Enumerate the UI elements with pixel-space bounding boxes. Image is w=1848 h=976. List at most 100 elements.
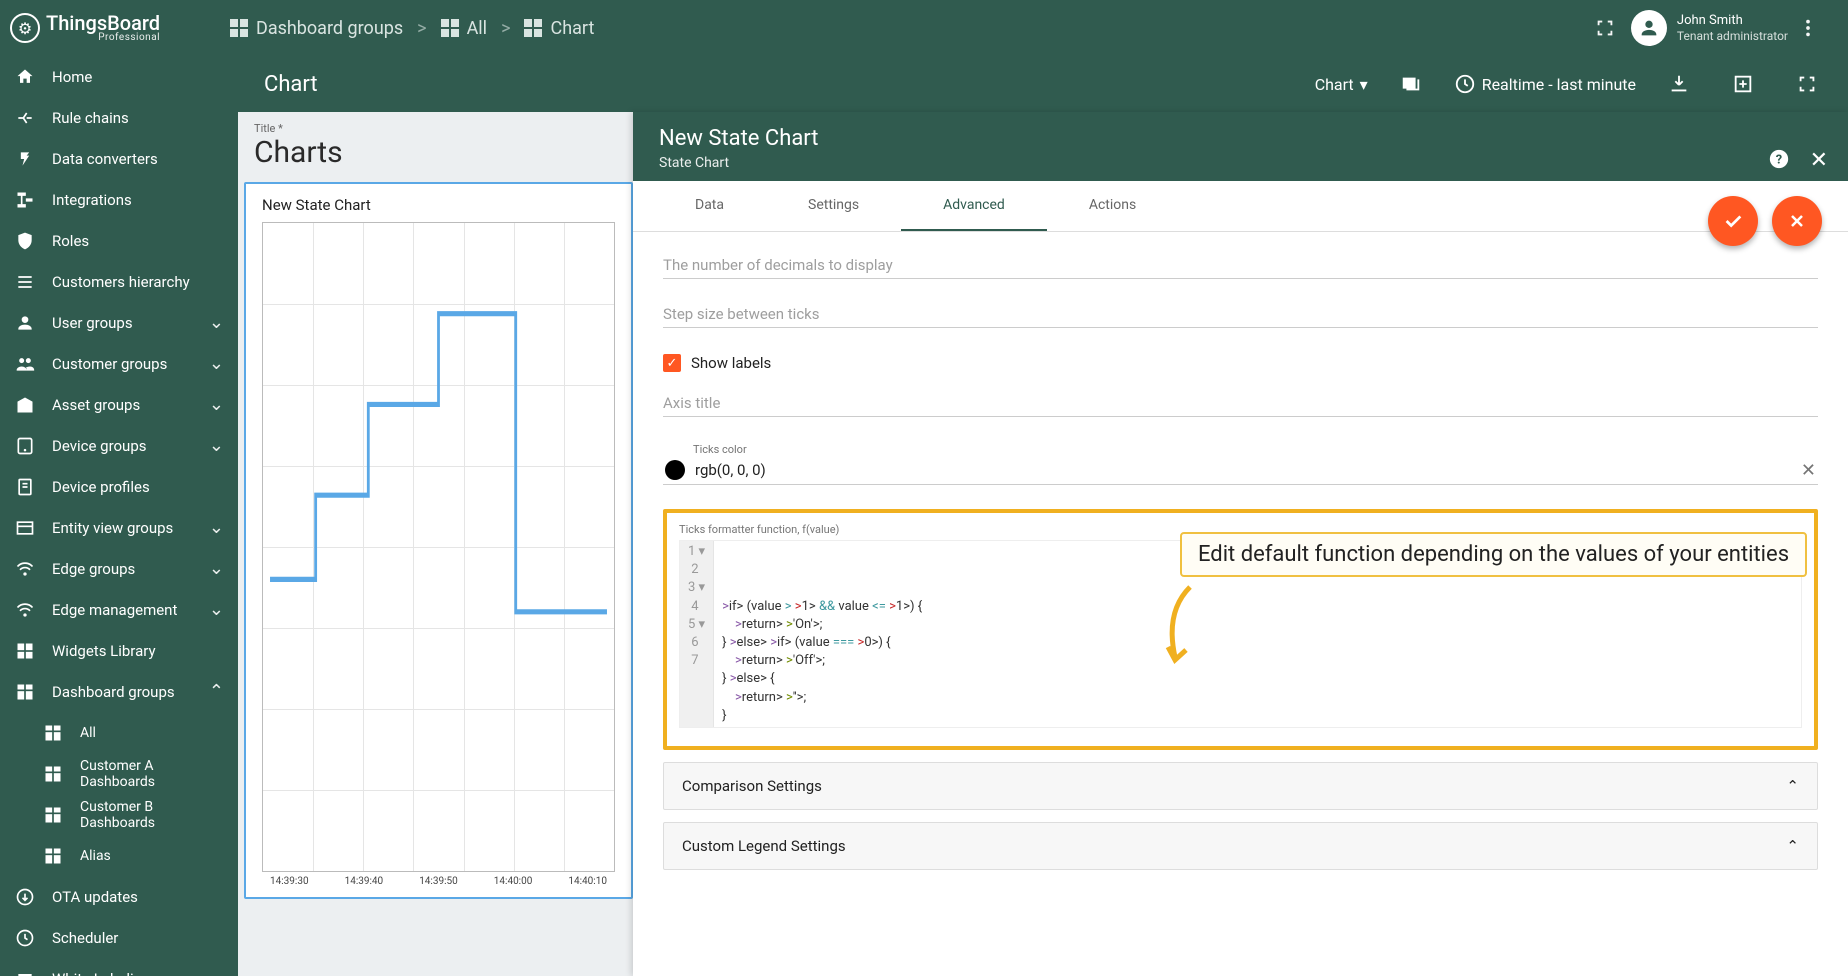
sidebar-item-customer-a-dashboards[interactable]: Customer A Dashboards [0,753,238,794]
sidebar-item-data-converters[interactable]: Data converters [0,138,238,179]
wl-icon [14,968,36,976]
brand-logo: ⚙ ThingsBoard Professional [10,13,230,43]
help-icon[interactable]: ? [1768,148,1790,176]
sidebar-item-entity-view-groups[interactable]: Entity view groups⌄ [0,507,238,548]
chevron-down-icon: ▾ [1360,75,1368,94]
entity-icon [14,517,36,539]
sidebar-item-roles[interactable]: Roles [0,220,238,261]
sidebar-item-widgets-library[interactable]: Widgets Library [0,630,238,671]
sidebar-item-device-groups[interactable]: Device groups⌄ [0,425,238,466]
panel-subtitle: State Chart [659,155,1822,171]
download-icon[interactable] [1658,63,1700,105]
export-icon[interactable] [1722,63,1764,105]
sidebar-item-ota-updates[interactable]: OTA updates [0,876,238,917]
user-name: John Smith [1677,13,1788,29]
ota-icon [14,886,36,908]
sidebar-item-user-groups[interactable]: User groups⌄ [0,302,238,343]
chart-x-ticks: 14:39:3014:39:4014:39:5014:40:0014:40:10 [252,872,625,887]
device-icon [14,435,36,457]
color-swatch-icon [665,460,685,480]
widgets-icon [14,640,36,662]
step-size-field[interactable]: Step size between ticks [663,305,1818,328]
conv-icon [14,148,36,170]
custom-legend-settings-accordion[interactable]: Custom Legend Settings ⌃ [663,822,1818,870]
sidebar-item-asset-groups[interactable]: Asset groups⌄ [0,384,238,425]
sidebar-item-edge-management[interactable]: Edge management⌄ [0,589,238,630]
sidebar-item-customers-hierarchy[interactable]: Customers hierarchy [0,261,238,302]
sidebar-item-customer-b-dashboards[interactable]: Customer B Dashboards [0,794,238,835]
sidebar-item-all[interactable]: All [0,712,238,753]
hint-callout: Edit default function depending on the v… [1180,532,1807,577]
sidebar-item-alias[interactable]: Alias [0,835,238,876]
sub-header: Chart Chart ▾ Realtime - last minute [238,56,1848,112]
fullscreen-icon[interactable] [1585,8,1625,48]
rule-icon [14,107,36,129]
sidebar-item-white-labeling[interactable]: White Labeling⌄ [0,958,238,976]
tab-settings[interactable]: Settings [766,181,901,231]
sched-icon [14,927,36,949]
bundle-title-label: Title * [244,118,633,135]
user-menu[interactable]: John Smith Tenant administrator [1631,10,1788,46]
decimals-field[interactable]: The number of decimals to display [663,256,1818,279]
integ-icon [14,189,36,211]
app-header: ⚙ ThingsBoard Professional Dashboard gro… [0,0,1848,56]
sidebar-item-dashboard-groups[interactable]: Dashboard groups⌃ [0,671,238,712]
hint-arrow-icon [1160,582,1200,676]
clear-icon[interactable]: ✕ [1801,460,1816,481]
svg-text:?: ? [1775,153,1781,168]
cancel-button[interactable] [1772,196,1822,246]
sidebar-item-integrations[interactable]: Integrations [0,179,238,220]
chevron-down-icon: ⌄ [209,599,224,620]
user-role: Tenant administrator [1677,29,1788,43]
chevron-up-icon: ⌃ [1786,837,1799,855]
more-icon[interactable] [1788,8,1828,48]
breadcrumb-sep: > [501,18,510,39]
apply-button[interactable] [1708,196,1758,246]
dash-icon [42,804,64,826]
chevron-up-icon: ⌃ [209,681,224,702]
widget-bundle-panel: Title * Charts New State Chart 14:39:301… [238,112,633,976]
tab-actions[interactable]: Actions [1047,181,1178,231]
home-icon [14,66,36,88]
comparison-settings-accordion[interactable]: Comparison Settings ⌃ [663,762,1818,810]
chart-select[interactable]: Chart ▾ [1315,75,1368,94]
breadcrumb-chart[interactable]: Chart [524,18,594,39]
timewindow-button[interactable]: Realtime - last minute [1454,73,1636,95]
breadcrumb-dashboard-groups[interactable]: Dashboard groups [230,18,403,39]
layers-icon[interactable] [1390,63,1432,105]
page-title: Chart [264,72,318,97]
breadcrumb-all[interactable]: All [441,18,488,39]
close-icon[interactable]: ✕ [1810,148,1828,176]
panel-header: New State Chart State Chart ? ✕ [633,112,1848,181]
code-gutter: 1 ▾2 3 ▾4 5 ▾6 7 [680,541,714,727]
widget-title: New State Chart [252,194,625,222]
sidebar-item-customer-groups[interactable]: Customer groups⌄ [0,343,238,384]
dashboard-icon [524,19,542,37]
profile-icon [14,476,36,498]
tabs: DataSettingsAdvancedActions [633,181,1848,232]
shield-icon [14,230,36,252]
sidebar-item-edge-groups[interactable]: Edge groups⌄ [0,548,238,589]
sidebar: HomeRule chainsData convertersIntegratio… [0,56,238,976]
tab-advanced[interactable]: Advanced [901,181,1047,231]
chevron-down-icon: ⌄ [209,558,224,579]
dashboard-icon [441,19,459,37]
chevron-down-icon: ⌄ [209,435,224,456]
people-icon [14,353,36,375]
show-labels-checkbox[interactable]: ✓ Show labels [663,354,1818,372]
sidebar-item-rule-chains[interactable]: Rule chains [0,97,238,138]
fullscreen-icon[interactable] [1786,63,1828,105]
edgemgmt-icon [14,599,36,621]
sidebar-item-device-profiles[interactable]: Device profiles [0,466,238,507]
hier-icon [14,271,36,293]
asset-icon [14,394,36,416]
axis-title-field[interactable]: Axis title [663,394,1818,417]
tab-data[interactable]: Data [653,181,766,231]
sidebar-item-scheduler[interactable]: Scheduler [0,917,238,958]
brand-edition: Professional [46,33,160,43]
ticks-color-field[interactable]: Ticks color rgb(0, 0, 0) ✕ [663,443,1818,485]
brand-logo-icon: ⚙ [10,13,40,43]
brand-name: ThingsBoard [46,13,160,33]
widget-card[interactable]: New State Chart 14:39:3014:39:4014:39:50… [244,182,633,899]
sidebar-item-home[interactable]: Home [0,56,238,97]
